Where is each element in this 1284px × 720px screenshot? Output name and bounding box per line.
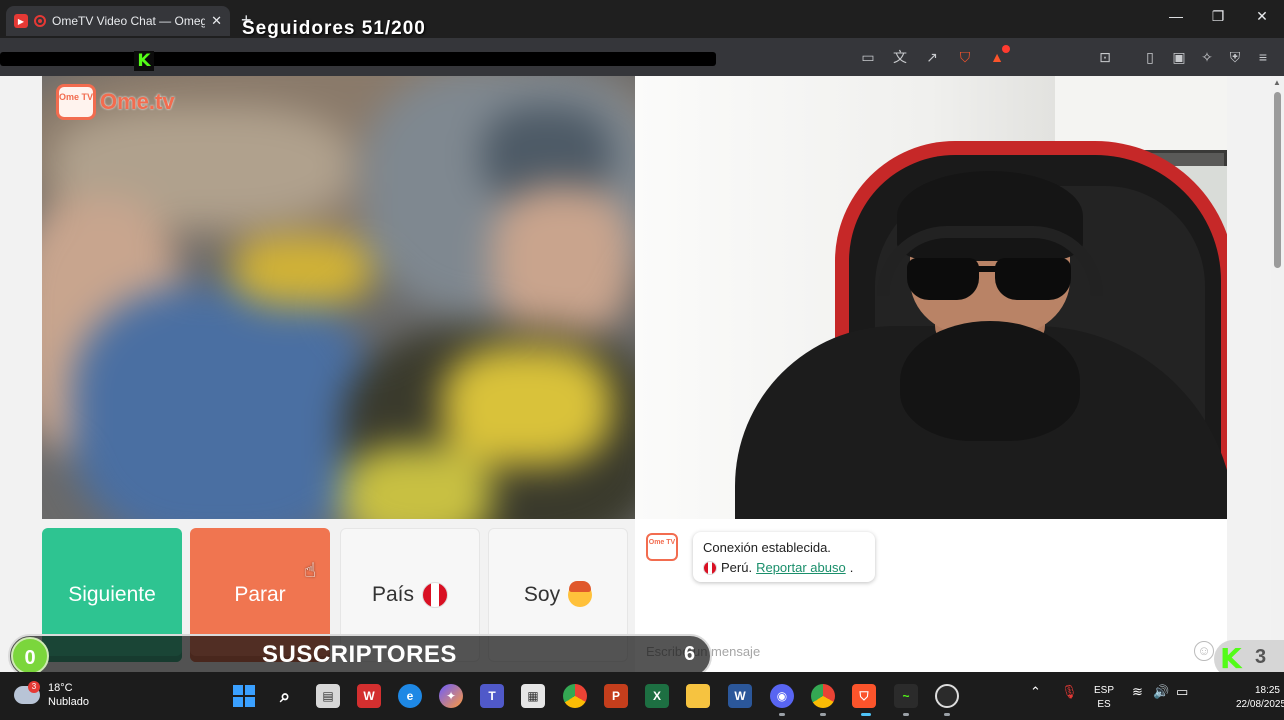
partner-country-text: Perú. (721, 560, 753, 575)
task-view-icon[interactable]: ▤ (316, 684, 340, 708)
edge-browser-icon[interactable]: e (398, 684, 422, 708)
system-message: Conexión establecida. Perú. Reportar abu… (693, 532, 875, 582)
language-code: ESP (1094, 685, 1115, 696)
scrollbar-thumb[interactable] (1274, 92, 1281, 268)
wallet-icon[interactable]: ▣ (1169, 47, 1189, 67)
obs-studio-icon[interactable] (935, 684, 959, 708)
gender-button-label: Soy (523, 583, 561, 606)
peru-flag-icon (422, 582, 449, 608)
copilot-icon[interactable]: ✦ (439, 684, 463, 708)
clock-date: 22/08/2025 (1236, 699, 1284, 710)
search-icon[interactable]: ⌕ (273, 684, 297, 708)
ometv-favicon-icon: ▶ (14, 14, 28, 28)
connection-status-text: Conexión establecida. (703, 540, 831, 555)
chat-message-input[interactable] (636, 638, 1226, 664)
leo-ai-icon[interactable]: ✧ (1197, 47, 1217, 67)
menu-icon[interactable]: ≡ (1253, 47, 1273, 67)
weather-notification-badge: 3 (28, 681, 40, 693)
address-bar-censor (0, 52, 716, 66)
window-minimize-button[interactable]: — (1166, 8, 1186, 24)
chrome-icon[interactable] (563, 684, 587, 708)
recording-indicator-icon (34, 15, 46, 27)
chrome-profile-icon[interactable] (811, 684, 835, 708)
tray-overflow-chevron-icon[interactable]: ⌃ (1030, 684, 1041, 700)
hand-cursor-icon: ☝ (304, 560, 317, 582)
tab-title: OmeTV Video Chat — Omegl (52, 14, 206, 28)
wifi-icon[interactable]: ≋ (1132, 684, 1143, 700)
input-language-indicator[interactable]: ESP ES (1094, 684, 1114, 712)
ometv-wordmark: Ome.tv (100, 89, 175, 114)
weather-description: Nublado (48, 696, 89, 708)
brave-shields-icon[interactable]: ⛉ (955, 47, 975, 67)
tab-close-icon[interactable]: ✕ (211, 13, 222, 29)
keyboard-layout: ES (1097, 699, 1111, 710)
system-clock[interactable]: 18:25 22/08/2025 (1236, 684, 1284, 712)
ometv-logo: Ome TV Ome.tv (56, 84, 175, 120)
local-webcam-video (635, 76, 1227, 519)
ometv-logo-icon: Ome TV (56, 84, 96, 120)
file-explorer-icon[interactable] (686, 684, 710, 708)
emoji-picker-icon[interactable]: ☺ (1194, 641, 1214, 661)
kick-corner-logo-icon: K (1220, 642, 1242, 675)
report-abuse-link[interactable]: Reportar abuso (756, 558, 846, 578)
subscribers-goal: 6 (684, 643, 696, 665)
windows-taskbar (0, 672, 1284, 720)
stop-button-label: Parar (234, 583, 286, 606)
word-icon[interactable]: W (728, 684, 752, 708)
ometv-chat-icon: Ome TV (646, 533, 678, 561)
browser-tab-ometv[interactable]: ▶ OmeTV Video Chat — Omegl ✕ (6, 6, 230, 36)
screenshot-icon[interactable]: ⊡ (1095, 47, 1115, 67)
next-button-label: Siguiente (68, 583, 156, 606)
vpn-shield-icon[interactable]: ⛨ (1225, 47, 1245, 67)
country-button-label: País (371, 583, 415, 606)
excel-icon[interactable]: X (645, 684, 669, 708)
boy-emoji-icon (568, 581, 593, 607)
volume-icon[interactable]: 🔊 (1153, 684, 1169, 700)
start-windows-icon[interactable] (232, 684, 256, 708)
subscribers-label: SUSCRIPTORES (262, 641, 457, 668)
subscribers-count: 0 (11, 637, 49, 675)
remote-video-blurred-scene (42, 76, 635, 519)
sidebar-toggle-icon[interactable]: ▯ (1140, 47, 1160, 67)
remote-video (42, 76, 635, 519)
clock-time: 18:25 (1254, 685, 1280, 696)
battery-icon[interactable]: ▭ (1176, 684, 1188, 700)
wps-office-icon[interactable]: W (357, 684, 381, 708)
microphone-icon[interactable]: 🎙 (1061, 684, 1078, 700)
weather-widget[interactable]: 18°C Nublado (14, 681, 89, 709)
teams-icon[interactable]: T (480, 684, 504, 708)
peru-flag-small-icon (703, 561, 717, 575)
brave-taskbar-icon[interactable]: ⛉ (852, 684, 876, 708)
window-maximize-button[interactable]: ❐ (1208, 8, 1228, 25)
scroll-up-arrow-icon[interactable]: ▲ (1273, 78, 1281, 87)
weather-temperature: 18°C (48, 682, 73, 694)
window-close-button[interactable]: ✕ (1252, 8, 1272, 25)
powerpoint-icon[interactable]: P (604, 684, 628, 708)
kick-logo-icon: K (134, 51, 154, 71)
followers-goal-overlay: Seguidores 51/200 (242, 18, 426, 39)
rewards-badge-icon (1002, 45, 1010, 53)
terminal-icon[interactable]: ~ (894, 684, 918, 708)
share-icon[interactable]: ↗ (922, 47, 942, 67)
cast-icon[interactable]: ▭ (858, 47, 878, 67)
translate-icon[interactable]: 文 (890, 47, 910, 67)
microsoft-store-icon[interactable]: ▦ (521, 684, 545, 708)
discord-icon[interactable]: ◉ (770, 684, 794, 708)
kick-corner-count: 3 (1255, 646, 1267, 668)
